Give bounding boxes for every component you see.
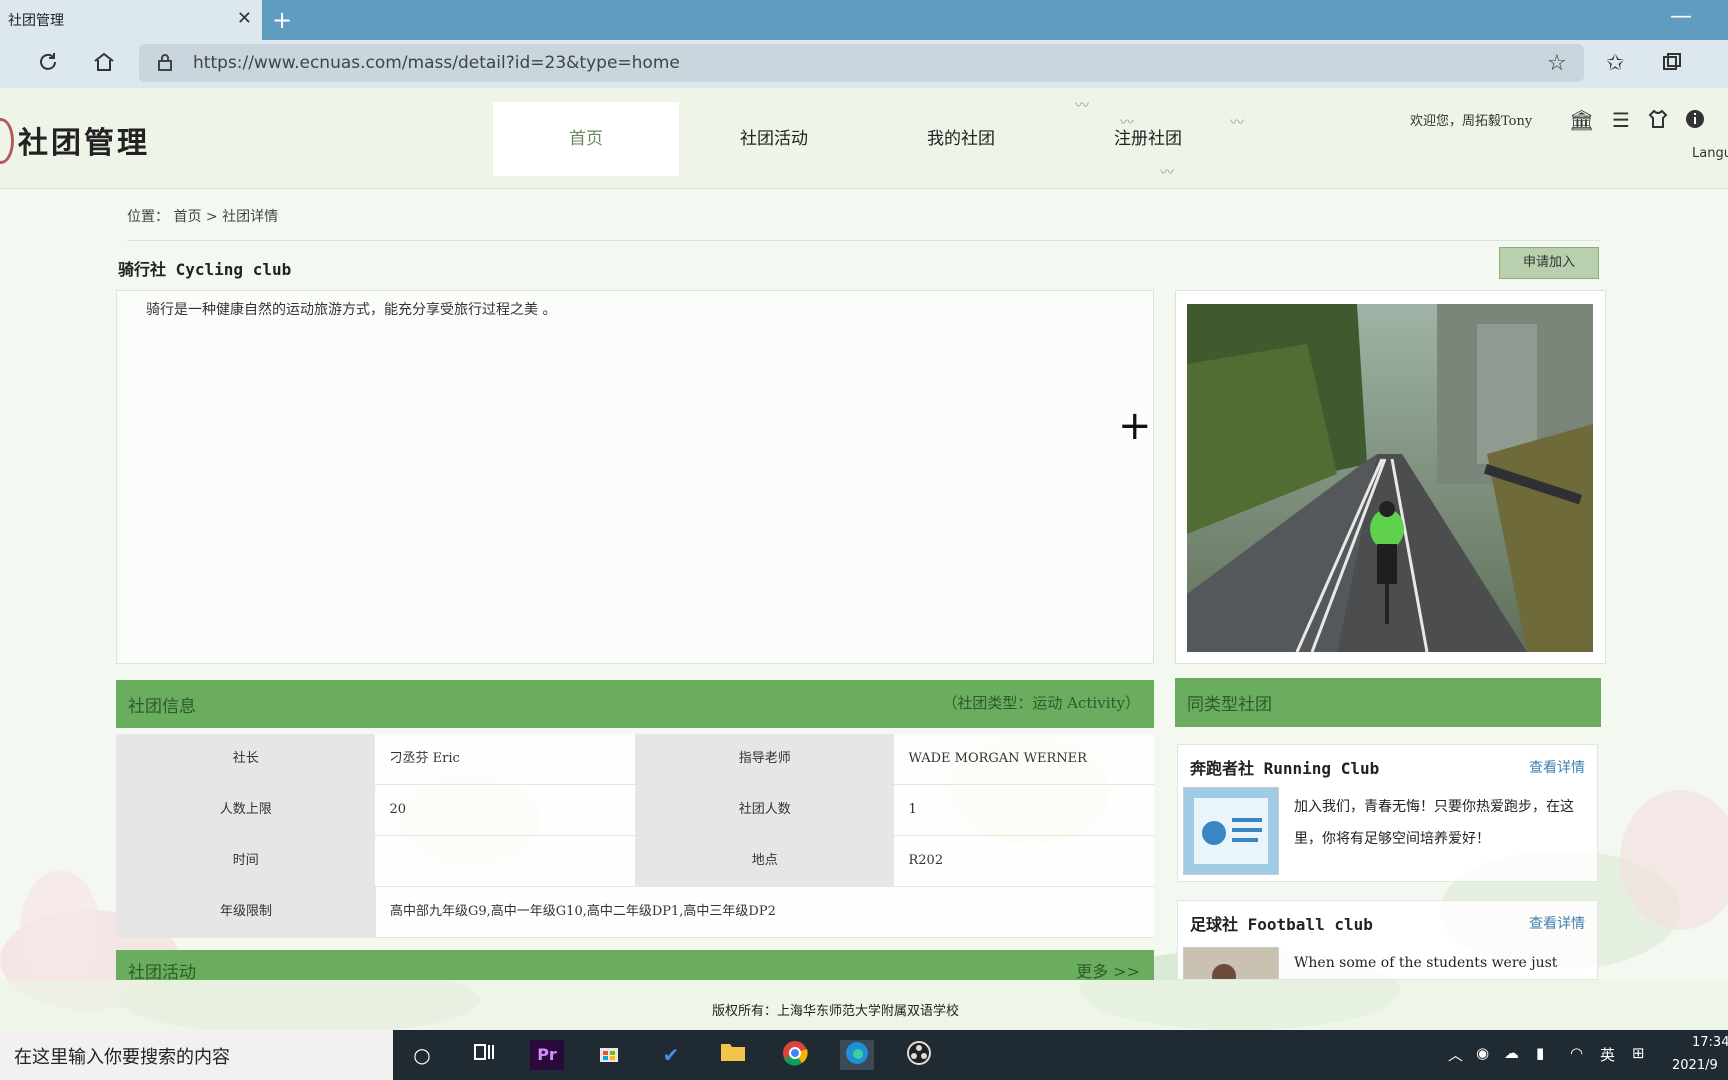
nav-my-clubs[interactable]: 我的社团 [868, 102, 1054, 176]
club-description-box [116, 290, 1154, 664]
lock-icon[interactable] [155, 52, 175, 78]
favorite-add-icon[interactable]: ☆ [1547, 51, 1567, 76]
club-photo [1187, 304, 1593, 652]
activities-more-link[interactable]: 更多 >> [1076, 958, 1140, 980]
table-cell-label: 社长 [116, 734, 376, 784]
table-cell-value: 刁丞芬 Eric [375, 734, 635, 784]
browser-tab[interactable]: 社团管理 ✕ [0, 0, 262, 40]
table-cell-label: 指导老师 [635, 734, 895, 784]
table-cell-value: 高中部九年级G9,高中一年级G10,高中二年级DP1,高中三年级DP2 [376, 887, 1154, 937]
similar-clubs-header: 同类型社团 [1175, 678, 1601, 727]
table-cell-value [375, 836, 635, 886]
edge-icon[interactable] [840, 1040, 874, 1070]
breadcrumb: 位置： 首页 > 社团详情 [127, 209, 279, 225]
file-explorer-icon[interactable] [716, 1040, 750, 1070]
table-cell-label: 人数上限 [116, 785, 376, 835]
nav-register-club[interactable]: 注册社团 [1055, 102, 1241, 176]
club-description: 骑行是一种健康自然的运动旅游方式，能充分享受旅行过程之美 。 [146, 302, 557, 318]
similar-club-thumbnail[interactable] [1183, 787, 1279, 875]
minimize-button[interactable]: — [1670, 4, 1692, 29]
similar-club-description: When some of the students were just [1294, 955, 1558, 971]
similar-club-title: 奔跑者社 Running Club [1190, 759, 1380, 778]
site-title: 社团管理 [18, 126, 150, 161]
similar-club-card: 足球社 Football club 查看详情 When some of the … [1177, 900, 1598, 980]
chrome-icon[interactable] [778, 1040, 812, 1070]
new-tab-button[interactable]: + [272, 6, 292, 34]
table-row: 人数上限 20 社团人数 1 [116, 785, 1154, 836]
table-cell-label: 社团人数 [635, 785, 895, 835]
table-row: 年级限制 高中部九年级G9,高中一年级G10,高中二年级DP1,高中三年级DP2 [116, 887, 1154, 938]
institution-icon[interactable]: 🏛 [1569, 108, 1594, 132]
view-details-link[interactable]: 查看详情 [1529, 913, 1585, 933]
similar-club-card: 奔跑者社 Running Club 查看详情 加入我们，青春无悔！只要你热爱跑步… [1177, 744, 1598, 882]
view-details-link[interactable]: 查看详情 [1529, 757, 1585, 777]
club-info-header: 社团信息 （社团类型：运动 Activity） [116, 680, 1154, 728]
tab-title: 社团管理 [8, 13, 64, 29]
table-cell-value: R202 [894, 836, 1154, 886]
store-icon[interactable] [592, 1040, 626, 1070]
table-row: 时间 地点 R202 [116, 836, 1154, 887]
similar-club-thumbnail[interactable] [1183, 947, 1279, 979]
copyright-text: 版权所有：上海华东师范大学附属双语学校 [712, 1004, 960, 1019]
table-cell-label: 时间 [116, 836, 376, 886]
nav-activities[interactable]: 社团活动 [681, 102, 867, 176]
task-view-icon[interactable] [467, 1040, 501, 1070]
cortana-icon[interactable]: ○ [405, 1040, 439, 1070]
club-info-title: 社团信息 [128, 697, 196, 717]
menu-icon[interactable]: ☰ [1612, 108, 1630, 132]
similar-club-title: 足球社 Football club [1190, 915, 1373, 934]
home-icon[interactable] [92, 50, 116, 80]
similar-clubs-title: 同类型社团 [1187, 695, 1272, 715]
wifi-icon[interactable]: ◠ [1570, 1044, 1583, 1062]
club-info-table: 社长 刁丞芬 Eric 指导老师 WADE MORGAN WERNER 人数上限… [116, 734, 1154, 938]
taskbar-clock-time[interactable]: 17:34 [1692, 1035, 1728, 1050]
ime-language-indicator[interactable]: 英 [1600, 1044, 1615, 1065]
info-icon[interactable] [1684, 108, 1706, 135]
table-row: 社长 刁丞芬 Eric 指导老师 WADE MORGAN WERNER [116, 734, 1154, 785]
url-text: https://www.ecnuas.com/mass/detail?id=23… [193, 53, 680, 73]
onedrive-icon[interactable]: ☁ [1504, 1044, 1519, 1062]
collections-icon[interactable] [1661, 51, 1683, 79]
taskbar-search-input[interactable]: 在这里输入你要搜索的内容 [14, 1043, 230, 1069]
tab-close-icon[interactable]: ✕ [237, 8, 252, 29]
refresh-icon[interactable] [36, 50, 60, 80]
club-activities-header: 社团活动 更多 >> [116, 950, 1154, 980]
taskbar-clock-date[interactable]: 2021/9 [1672, 1058, 1718, 1073]
club-activities-title: 社团活动 [128, 963, 196, 980]
table-cell-value: 20 [375, 785, 635, 835]
nav-home[interactable]: 首页 [493, 102, 679, 176]
microphone-icon[interactable]: ▮ [1536, 1044, 1544, 1062]
premiere-pro-icon[interactable]: Pr [530, 1040, 564, 1070]
qq-tray-icon[interactable]: ◉ [1476, 1044, 1489, 1062]
welcome-text: 欢迎您，周拓毅Tony [1410, 114, 1533, 129]
ime-mode-icon[interactable]: ⊞ [1632, 1044, 1645, 1062]
table-cell-label: 年级限制 [116, 887, 376, 937]
shirt-icon[interactable] [1647, 108, 1669, 135]
table-cell-label: 地点 [635, 836, 895, 886]
breadcrumb-divider [127, 240, 1600, 241]
similar-club-description: 加入我们，青春无悔！只要你热爱跑步，在这里，你将有足够空间培养爱好！ [1294, 799, 1574, 847]
table-cell-value: 1 [894, 785, 1154, 835]
club-title: 骑行社 Cycling club [118, 260, 292, 279]
language-selector[interactable]: Langu [1692, 146, 1728, 161]
todo-icon[interactable]: ✔ [654, 1040, 688, 1070]
club-type-label: （社团类型：运动 Activity） [942, 694, 1140, 712]
apply-join-button[interactable]: 申请加入 [1499, 247, 1599, 279]
table-cell-value: WADE MORGAN WERNER [894, 734, 1154, 784]
obs-icon[interactable] [902, 1040, 936, 1070]
favorites-icon[interactable]: ✩ [1606, 51, 1624, 76]
tray-chevron-up-icon[interactable]: ︿ [1448, 1044, 1463, 1065]
crosshair-cursor-icon: + [1118, 403, 1152, 449]
